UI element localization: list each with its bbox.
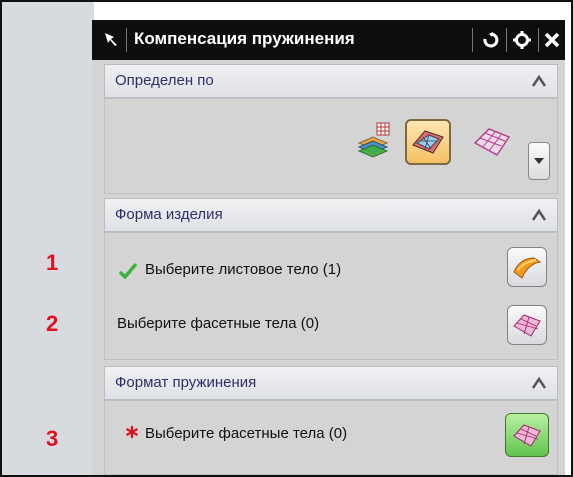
dialog-title: Компенсация пружинения	[134, 29, 355, 48]
section-body-defined-by	[104, 98, 558, 194]
select-facet-bodies-button[interactable]	[507, 305, 547, 345]
sheet-body-icon	[513, 257, 542, 279]
dialog-titlebar[interactable]: Компенсация пружинения	[92, 20, 565, 60]
section-title: Формат пружинения	[115, 374, 257, 391]
section-body-product-shape: Выберите листовое тело (1) Выберите фасе…	[104, 232, 558, 360]
facet-body-icon	[513, 314, 541, 337]
step-marker-1: 1	[46, 250, 59, 275]
title-separator	[506, 28, 507, 52]
section-header-springback-format[interactable]: Формат пружинения	[104, 366, 558, 400]
title-separator	[538, 28, 539, 52]
layered-body-icon[interactable]	[355, 121, 395, 161]
facet-body-icon	[513, 424, 541, 447]
icon-dropdown-button[interactable]	[528, 142, 550, 180]
close-icon[interactable]	[540, 28, 564, 52]
step-marker-2: 2	[46, 311, 59, 336]
title-separator	[126, 28, 127, 52]
section-header-product-shape[interactable]: Форма изделия	[104, 198, 558, 232]
chevron-up-icon[interactable]	[531, 208, 547, 222]
step-marker-3: 3	[46, 426, 59, 451]
gear-icon[interactable]	[510, 28, 534, 52]
section-title: Определен по	[115, 72, 214, 89]
reset-icon[interactable]	[478, 28, 502, 52]
select-facet-bodies-label: Выберите фасетные тела (0)	[117, 315, 320, 332]
chevron-up-icon[interactable]	[531, 376, 547, 390]
check-icon	[119, 263, 137, 279]
chevron-up-icon[interactable]	[531, 74, 547, 88]
section-title: Форма изделия	[115, 206, 223, 223]
section-header-defined-by[interactable]: Определен по	[104, 64, 558, 98]
pin-icon[interactable]	[102, 30, 120, 48]
chevron-down-icon	[534, 158, 544, 164]
facet-surface-icon	[412, 130, 444, 154]
required-asterisk-icon	[125, 426, 139, 438]
select-sheet-body-label: Выберите листовое тело (1)	[145, 261, 342, 278]
facet-surface-button[interactable]	[405, 119, 451, 165]
select-sheet-body-button[interactable]	[507, 247, 547, 287]
section-body-springback-format: Выберите фасетные тела (0)	[104, 400, 558, 475]
left-side-strip	[2, 2, 94, 475]
mesh-surface-icon[interactable]	[473, 123, 511, 161]
select-springback-facet-bodies-button[interactable]	[505, 413, 549, 457]
select-springback-facet-bodies-label: Выберите фасетные тела (0)	[145, 425, 348, 442]
title-separator	[472, 28, 473, 52]
